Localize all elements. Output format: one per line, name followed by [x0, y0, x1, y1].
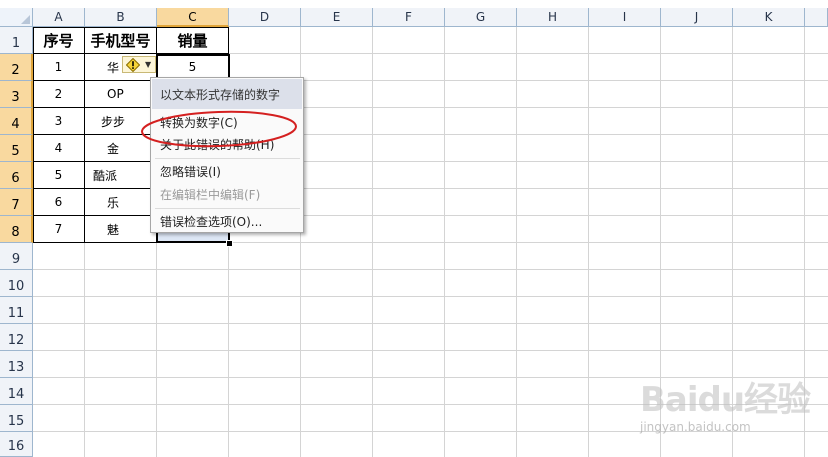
- menu-separator: [155, 158, 300, 159]
- column-header-i[interactable]: I: [589, 8, 661, 27]
- row-header-11[interactable]: 11: [0, 297, 33, 324]
- column-header-k[interactable]: K: [733, 8, 805, 27]
- row-header-14[interactable]: 14: [0, 378, 33, 405]
- menu-item-error-checking-options[interactable]: 错误检查选项(O)...: [152, 210, 302, 232]
- cell-index[interactable]: 5: [33, 162, 85, 189]
- gridline: [33, 296, 828, 297]
- row-header-9[interactable]: 9: [0, 243, 33, 270]
- chevron-down-icon: ▼: [145, 60, 152, 69]
- menu-item-error-help[interactable]: 关于此错误的帮助(H): [152, 133, 302, 155]
- cell-index[interactable]: 6: [33, 189, 85, 216]
- menu-separator: [155, 208, 300, 209]
- row-header-15[interactable]: 15: [0, 405, 33, 432]
- cell-model[interactable]: 乐: [85, 189, 157, 216]
- cell-index[interactable]: 3: [33, 108, 85, 135]
- error-options-menu: 以文本形式存储的数字 转换为数字(C) 关于此错误的帮助(H) 忽略错误(I) …: [150, 77, 304, 233]
- column-header-c[interactable]: C: [157, 8, 229, 27]
- row-header-16[interactable]: 16: [0, 432, 33, 457]
- row-header-13[interactable]: 13: [0, 351, 33, 378]
- row-header-7[interactable]: 7: [0, 189, 33, 216]
- column-header-e[interactable]: E: [301, 8, 373, 27]
- gridline: [33, 323, 828, 324]
- cell-index[interactable]: 2: [33, 81, 85, 108]
- cell-model[interactable]: 酷派: [85, 162, 157, 189]
- row-header-1[interactable]: 1: [0, 27, 33, 54]
- gridline: [33, 269, 828, 270]
- menu-header: 以文本形式存储的数字: [152, 79, 302, 109]
- column-header-d[interactable]: D: [229, 8, 301, 27]
- fill-handle[interactable]: [226, 240, 233, 247]
- cell-model[interactable]: 金: [85, 135, 157, 162]
- menu-item-convert-to-number[interactable]: 转换为数字(C): [152, 111, 302, 133]
- row-header-4[interactable]: 4: [0, 108, 33, 135]
- select-all-triangle: [21, 15, 30, 24]
- row-header-2[interactable]: 2: [0, 54, 33, 81]
- column-header-j[interactable]: J: [661, 8, 733, 27]
- header-cell-sales[interactable]: 销量: [157, 27, 229, 54]
- column-header-h[interactable]: H: [517, 8, 589, 27]
- row-header-3[interactable]: 3: [0, 81, 33, 108]
- error-smart-tag-button[interactable]: ▼: [122, 56, 156, 73]
- menu-item-ignore-error[interactable]: 忽略错误(I): [152, 160, 302, 182]
- column-header-f[interactable]: F: [373, 8, 445, 27]
- select-all-button[interactable]: [0, 8, 33, 27]
- cell-model[interactable]: 魅: [85, 216, 157, 243]
- row-header-5[interactable]: 5: [0, 135, 33, 162]
- row-header-12[interactable]: 12: [0, 324, 33, 351]
- cell-model[interactable]: 步步: [85, 108, 157, 135]
- gridline: [33, 404, 828, 405]
- gridline: [33, 350, 828, 351]
- header-cell-model[interactable]: 手机型号: [85, 27, 157, 54]
- row-header-8[interactable]: 8: [0, 216, 33, 243]
- row-header-6[interactable]: 6: [0, 162, 33, 189]
- cell-index[interactable]: 4: [33, 135, 85, 162]
- cell-model[interactable]: OP: [85, 81, 157, 108]
- row-header-10[interactable]: 10: [0, 270, 33, 297]
- column-header-partial[interactable]: [805, 8, 828, 27]
- watermark-logo: Baidu经验: [640, 380, 811, 420]
- cell-index[interactable]: 7: [33, 216, 85, 243]
- column-header-a[interactable]: A: [33, 8, 85, 27]
- gridline: [33, 431, 828, 432]
- menu-item-edit-in-formula-bar: 在编辑栏中编辑(F): [160, 187, 261, 202]
- column-header-b[interactable]: B: [85, 8, 157, 27]
- gridline: [33, 377, 828, 378]
- column-header-g[interactable]: G: [445, 8, 517, 27]
- header-cell-index[interactable]: 序号: [33, 27, 85, 54]
- cell-index[interactable]: 1: [33, 54, 85, 81]
- warning-diamond-icon: [126, 57, 140, 72]
